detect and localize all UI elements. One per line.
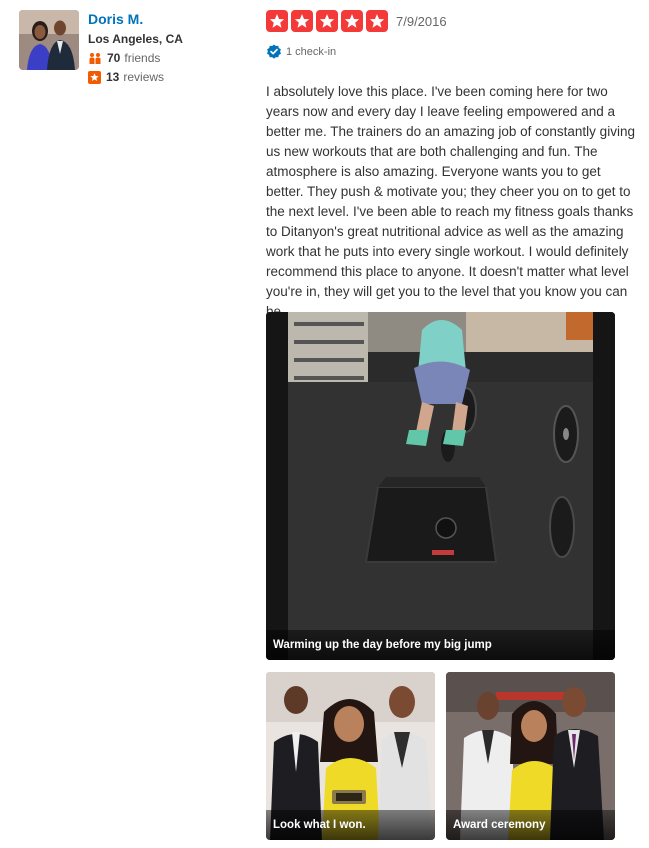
friends-icon: [89, 52, 101, 64]
user-avatar[interactable]: [19, 10, 79, 70]
star-icon: [316, 10, 338, 32]
photo-caption: Warming up the day before my big jump: [266, 630, 615, 660]
review-star-icon: [88, 70, 101, 84]
reviews-stat: 13 reviews: [88, 69, 183, 85]
star-icon: [341, 10, 363, 32]
reviews-label: reviews: [123, 70, 165, 84]
friends-count: 70: [107, 51, 121, 65]
friends-stat: 70 friends: [88, 50, 183, 66]
star-icon: [266, 10, 288, 32]
review-text: I absolutely love this place. I've been …: [266, 84, 635, 319]
photo-caption: Look what I won.: [266, 810, 435, 840]
user-passport: Doris M. Los Angeles, CA 70 friends 13 r…: [19, 10, 239, 84]
star-rating: [266, 10, 388, 32]
review-date: 7/9/2016: [396, 13, 447, 29]
user-name-link[interactable]: Doris M.: [88, 10, 183, 28]
user-info: Doris M. Los Angeles, CA 70 friends 13 r…: [88, 10, 183, 85]
reviews-count: 13: [106, 70, 120, 84]
user-location: Los Angeles, CA: [88, 32, 183, 46]
review-photo-award-won[interactable]: Look what I won.: [266, 672, 435, 840]
review-photo-box-jump[interactable]: Warming up the day before my big jump: [266, 312, 615, 660]
friends-label: friends: [124, 51, 161, 65]
review-rating-row: 7/9/2016: [266, 10, 447, 32]
checkin-badge-icon: [267, 44, 281, 59]
photo-caption: Award ceremony: [446, 810, 615, 840]
checkin-row: 1 check-in: [266, 44, 336, 60]
checkin-count: 1 check-in: [286, 46, 337, 58]
review-photo-award-ceremony[interactable]: Award ceremony: [446, 672, 615, 840]
star-icon: [291, 10, 313, 32]
star-icon: [366, 10, 388, 32]
